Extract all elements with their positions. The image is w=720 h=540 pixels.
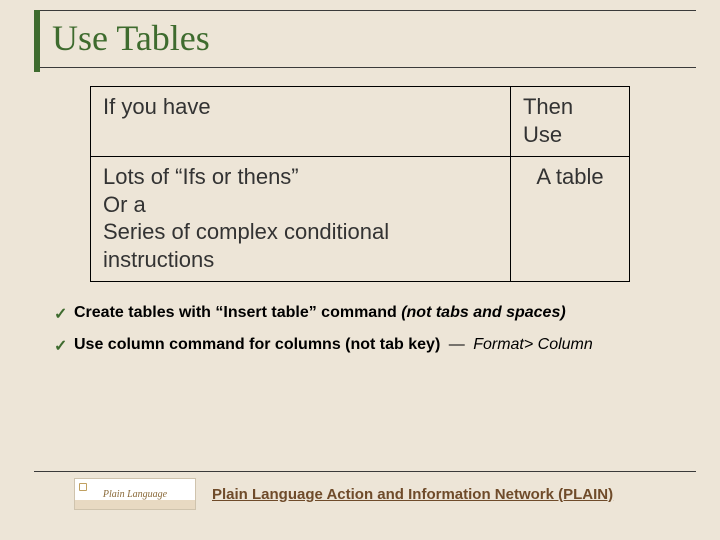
tip-dash: — (445, 336, 469, 353)
guidance-table: If you have Then Use Lots of “Ifs or the… (90, 86, 630, 282)
tip-item: ✓ Use column command for columns (not ta… (54, 336, 666, 354)
logo-text: Plain Language (103, 489, 167, 500)
title-block: Use Tables (34, 10, 696, 68)
tip-text-emphasis: (not tabs and spaces) (401, 304, 565, 321)
table-header-if: If you have (91, 87, 511, 157)
footer-rule (34, 471, 696, 472)
footer-text: Plain Language Action and Information Ne… (212, 486, 613, 503)
condition-line: Lots of “Ifs or thens” (103, 163, 498, 191)
tip-item: ✓ Create tables with “Insert table” comm… (54, 304, 666, 322)
condition-line: Or a (103, 191, 498, 219)
slide: Use Tables If you have Then Use Lots of … (0, 0, 720, 540)
footer-logo: Plain Language (74, 478, 196, 510)
tip-text: Create tables with “Insert table” comman… (74, 304, 401, 321)
tip-text: Use column command for columns (not tab … (74, 336, 440, 353)
table-cell-condition: Lots of “Ifs or thens” Or a Series of co… (91, 157, 511, 282)
table-header-row: If you have Then Use (91, 87, 630, 157)
footer-row: Plain Language Plain Language Action and… (34, 478, 696, 510)
table-header-then: Then Use (510, 87, 629, 157)
table-cell-action: A table (510, 157, 629, 282)
footer: Plain Language Plain Language Action and… (34, 471, 696, 510)
table-row: Lots of “Ifs or thens” Or a Series of co… (91, 157, 630, 282)
tip-trail: Format> Column (473, 336, 593, 353)
check-icon: ✓ (54, 336, 67, 356)
logo-mark-icon (79, 483, 87, 491)
condition-line: Series of complex conditional instructio… (103, 218, 498, 273)
title-underline (40, 67, 696, 68)
content-area: If you have Then Use Lots of “Ifs or the… (0, 68, 720, 354)
slide-title: Use Tables (34, 11, 696, 67)
check-icon: ✓ (54, 304, 67, 324)
tips-list: ✓ Create tables with “Insert table” comm… (54, 304, 666, 354)
